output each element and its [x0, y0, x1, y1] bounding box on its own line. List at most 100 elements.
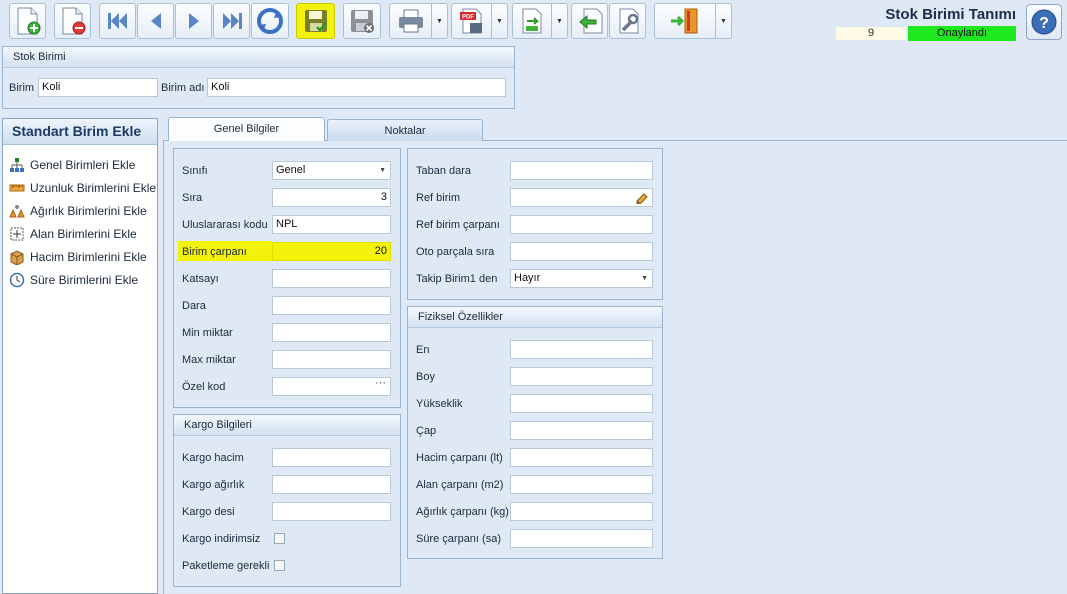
export-button[interactable]: [512, 3, 552, 39]
svg-text:?: ?: [1039, 15, 1049, 32]
max-miktar-field[interactable]: [272, 350, 391, 369]
standart-birim-title: Standart Birim Ekle: [3, 119, 157, 145]
sira-field[interactable]: 3: [272, 188, 391, 207]
taban-dara-field[interactable]: [510, 161, 653, 180]
export-icon: [522, 8, 542, 34]
ref-birim-carpani-field[interactable]: [510, 215, 653, 234]
en-field[interactable]: [510, 340, 653, 359]
delete-record-button[interactable]: [54, 3, 91, 39]
kargo-title: Kargo Bilgileri: [174, 415, 400, 436]
genel-birimleri-label: Genel Birimleri Ekle: [30, 158, 136, 172]
uzunluk-birimleri-ekle[interactable]: Uzunluk Birimlerini Ekle: [9, 178, 156, 198]
birim-carpani-field[interactable]: 20: [272, 242, 391, 261]
pencil-icon[interactable]: [635, 191, 649, 204]
ruler-icon: [9, 180, 25, 196]
save-button[interactable]: [296, 3, 335, 39]
hacim-birimleri-label: Hacim Birimlerini Ekle: [30, 250, 147, 264]
next-record-button[interactable]: [175, 3, 212, 39]
last-record-button[interactable]: [213, 3, 250, 39]
kargo-group: Kargo Bilgileri Kargo hacim Kargo ağırlı…: [173, 414, 401, 587]
agirlik-birimleri-ekle[interactable]: Ağırlık Birimlerini Ekle: [9, 201, 147, 221]
refresh-button[interactable]: [251, 3, 289, 39]
settings-button[interactable]: [609, 3, 646, 39]
agirlik-carpani-field[interactable]: [510, 502, 653, 521]
print-button[interactable]: [389, 3, 432, 39]
ref-group: Taban dara Ref birim Ref birim çarpanı O…: [407, 148, 663, 300]
en-label: En: [416, 344, 430, 356]
kargo-desi-label: Kargo desi: [182, 506, 235, 518]
pdf-icon: PDF: [459, 8, 482, 34]
alan-carpani-field[interactable]: [510, 475, 653, 494]
paketleme-gerekli-label: Paketleme gerekli: [182, 560, 270, 572]
sinifi-label: Sınıfı: [182, 165, 208, 177]
katsayi-field[interactable]: [272, 269, 391, 288]
status-badge: Onaylandı: [908, 26, 1016, 41]
printer-icon: [398, 9, 423, 33]
cancel-save-button[interactable]: [343, 3, 381, 39]
birim-field[interactable]: Koli: [38, 78, 158, 97]
genel-group: Sınıfı Genel ▼ Sıra 3 Uluslararası kodu …: [173, 148, 401, 408]
ozel-kod-field[interactable]: ···: [272, 377, 391, 396]
sinifi-select[interactable]: Genel ▼: [272, 161, 391, 180]
kargo-agirlik-field[interactable]: [272, 475, 391, 494]
refresh-icon: [257, 8, 283, 34]
hacim-birimleri-ekle[interactable]: Hacim Birimlerini Ekle: [9, 247, 147, 267]
record-number: 9: [836, 27, 906, 40]
sure-carpani-field[interactable]: [510, 529, 653, 548]
ref-birim-field[interactable]: [510, 188, 653, 207]
min-miktar-label: Min miktar: [182, 327, 233, 339]
yukseklik-field[interactable]: [510, 394, 653, 413]
paketleme-gerekli-checkbox[interactable]: [274, 560, 285, 571]
alan-carpani-label: Alan çarpanı (m2): [416, 479, 504, 491]
help-button[interactable]: ?: [1026, 4, 1062, 40]
standart-birim-panel: Standart Birim Ekle Genel Birimleri Ekle…: [2, 118, 158, 594]
first-icon: [107, 13, 127, 29]
kargo-indirimsiz-checkbox[interactable]: [274, 533, 285, 544]
box-icon: [9, 249, 25, 265]
clock-icon: [9, 272, 25, 288]
takip-birim1-select[interactable]: Hayır ▼: [510, 269, 653, 288]
toolbar: ▼ PDF ▼ ▼ ▼ Stok Birimi Tanımı 9 Onaylan…: [0, 0, 1067, 44]
stok-birimi-title: Stok Birimi: [3, 47, 514, 68]
hacim-carpani-label: Hacim çarpanı (lt): [416, 452, 503, 464]
uluslararasi-kodu-field[interactable]: NPL: [272, 215, 391, 234]
agirlik-birimleri-label: Ağırlık Birimlerini Ekle: [30, 204, 147, 218]
sure-birimleri-ekle[interactable]: Süre Birimlerini Ekle: [9, 270, 138, 290]
kargo-desi-field[interactable]: [272, 502, 391, 521]
pdf-options-arrow[interactable]: ▼: [492, 3, 508, 39]
ellipsis-button[interactable]: ···: [375, 378, 386, 392]
print-options-arrow[interactable]: ▼: [432, 3, 448, 39]
min-miktar-field[interactable]: [272, 323, 391, 342]
dara-field[interactable]: [272, 296, 391, 315]
kargo-hacim-field[interactable]: [272, 448, 391, 467]
cap-field[interactable]: [510, 421, 653, 440]
chevron-down-icon: ▼: [379, 167, 386, 174]
back-button[interactable]: [571, 3, 608, 39]
next-icon: [188, 13, 199, 29]
back-arrow-icon: [578, 8, 602, 34]
genel-birimleri-ekle[interactable]: Genel Birimleri Ekle: [9, 155, 135, 175]
wrench-icon: [619, 8, 638, 34]
birim-adi-field[interactable]: Koli: [207, 78, 506, 97]
sure-carpani-label: Süre çarpanı (sa): [416, 533, 501, 545]
kargo-indirimsiz-label: Kargo indirimsiz: [182, 533, 261, 545]
export-pdf-button[interactable]: PDF: [451, 3, 492, 39]
alan-birimleri-ekle[interactable]: Alan Birimlerini Ekle: [9, 224, 137, 244]
oto-parcala-sira-field[interactable]: [510, 242, 653, 261]
previous-record-button[interactable]: [137, 3, 174, 39]
hacim-carpani-field[interactable]: [510, 448, 653, 467]
new-record-button[interactable]: [9, 3, 46, 39]
exit-button[interactable]: [654, 3, 716, 39]
tab-noktalar[interactable]: Noktalar: [327, 119, 483, 141]
export-options-arrow[interactable]: ▼: [552, 3, 568, 39]
tab-genel-bilgiler[interactable]: Genel Bilgiler: [168, 117, 325, 141]
exit-options-arrow[interactable]: ▼: [716, 3, 732, 39]
hierarchy-icon: [9, 157, 25, 173]
delete-document-icon: [62, 7, 85, 35]
first-record-button[interactable]: [99, 3, 136, 39]
boy-field[interactable]: [510, 367, 653, 386]
uzunluk-birimleri-label: Uzunluk Birimlerini Ekle: [30, 181, 157, 195]
oto-parcala-sira-label: Oto parçala sıra: [416, 246, 495, 258]
exit-door-icon: [671, 8, 698, 34]
kargo-hacim-label: Kargo hacim: [182, 452, 244, 464]
